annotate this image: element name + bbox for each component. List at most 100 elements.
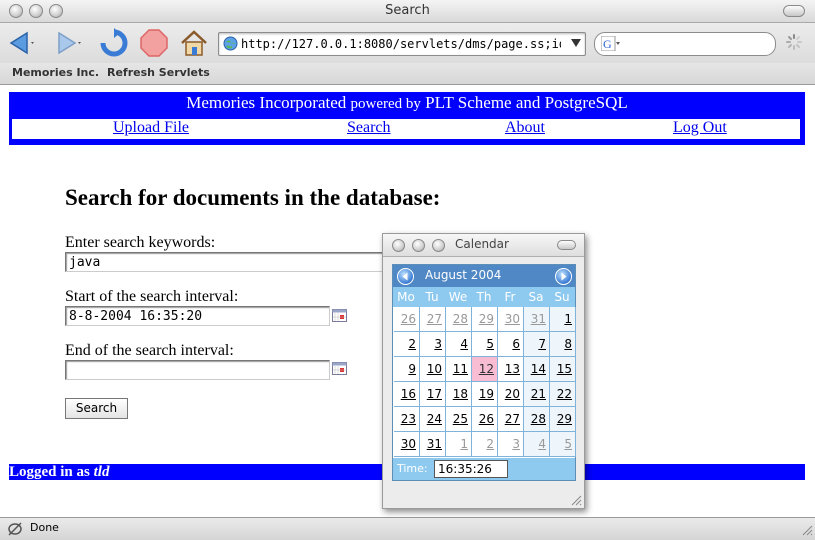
calendar-day[interactable]: 1 (550, 307, 576, 332)
calendar-day[interactable]: 3 (498, 432, 524, 457)
site-title-powered: powered by (350, 96, 421, 112)
calendar-day[interactable]: 19 (472, 382, 498, 407)
loading-spinner-icon (786, 34, 802, 50)
keywords-label: Enter search keywords: (65, 234, 216, 251)
calendar-picker-icon[interactable] (332, 309, 347, 322)
status-bar: Done (0, 517, 815, 540)
url-bar[interactable] (218, 32, 586, 56)
calendar-day[interactable]: 4 (524, 432, 550, 457)
calendar-close-button[interactable] (392, 239, 405, 252)
resize-grip-icon[interactable] (801, 524, 813, 536)
calendar-day[interactable]: 26 (472, 407, 498, 432)
calendar-day[interactable]: 31 (420, 432, 446, 457)
calendar-day[interactable]: 7 (524, 332, 550, 357)
calendar-day[interactable]: 29 (472, 307, 498, 332)
calendar-picker-icon[interactable] (332, 362, 347, 375)
reload-button[interactable] (98, 27, 130, 59)
calendar-day[interactable]: 30 (394, 432, 420, 457)
calendar-day[interactable]: 27 (420, 307, 446, 332)
toolbar-toggle-button[interactable] (783, 5, 805, 17)
weekday-header: Fr (504, 290, 516, 304)
calendar-month-label: August 2004 (425, 268, 502, 282)
calendar-day[interactable]: 2 (394, 332, 420, 357)
calendar-day[interactable]: 8 (550, 332, 576, 357)
calendar-day[interactable]: 10 (420, 357, 446, 382)
calendar-widget: August 2004 Mo Tu We Th Fr Sa Su 26 27 28 29 30 31 1… (392, 264, 576, 481)
calendar-day[interactable]: 13 (498, 357, 524, 382)
home-button[interactable] (178, 27, 210, 59)
site-banner: Memories Incorporated powered by PLT Sch… (9, 92, 805, 145)
calendar-day[interactable]: 3 (420, 332, 446, 357)
resize-grip-icon[interactable] (570, 494, 582, 506)
forward-button[interactable] (52, 27, 84, 59)
calendar-day[interactable]: 5 (472, 332, 498, 357)
stop-button[interactable] (138, 27, 170, 59)
calendar-day[interactable]: 29 (550, 407, 576, 432)
calendar-day[interactable]: 28 (524, 407, 550, 432)
calendar-day[interactable]: 16 (394, 382, 420, 407)
logged-in-prefix: Logged in as (9, 464, 90, 480)
calendar-day[interactable]: 28 (446, 307, 472, 332)
nav-about-link[interactable]: About (505, 119, 545, 137)
calendar-day-today[interactable]: 12 (472, 357, 498, 382)
time-input[interactable]: 16:35:26 (434, 460, 508, 478)
calendar-day[interactable]: 15 (550, 357, 576, 382)
weekday-header: We (448, 290, 468, 304)
chevron-down-icon[interactable] (571, 39, 581, 47)
nav-log-out-link[interactable]: Log Out (673, 119, 727, 137)
navigation-toolbar: G (0, 23, 815, 63)
start-interval-label: Start of the search interval: (65, 288, 239, 305)
search-button[interactable]: Search (65, 398, 128, 419)
security-icon (8, 522, 22, 536)
end-interval-input[interactable] (65, 360, 330, 380)
google-icon: G (601, 36, 620, 51)
nav-upload-file-link[interactable]: Upload File (113, 119, 189, 137)
back-button[interactable] (6, 27, 38, 59)
calendar-day[interactable]: 18 (446, 382, 472, 407)
calendar-zoom-button[interactable] (432, 239, 445, 252)
time-label: Time: (397, 462, 428, 475)
calendar-day[interactable]: 30 (498, 307, 524, 332)
home-icon (181, 30, 207, 56)
weekday-header: Th (476, 290, 492, 304)
calendar-day[interactable]: 31 (524, 307, 550, 332)
calendar-day[interactable]: 6 (498, 332, 524, 357)
calendar-day[interactable]: 22 (550, 382, 576, 407)
calendar-day[interactable]: 9 (394, 357, 420, 382)
calendar-day[interactable]: 21 (524, 382, 550, 407)
calendar-day[interactable]: 4 (446, 332, 472, 357)
site-nav: Upload File Search About Log Out (12, 119, 800, 139)
calendar-minimize-button[interactable] (412, 239, 425, 252)
start-interval-input[interactable]: 8-8-2004 16:35:20 (65, 306, 330, 326)
calendar-day[interactable]: 14 (524, 357, 550, 382)
calendar-day[interactable]: 25 (446, 407, 472, 432)
calendar-day[interactable]: 5 (550, 432, 576, 457)
calendar-toolbar-toggle[interactable] (557, 240, 576, 250)
weekday-header: Su (554, 290, 570, 304)
reload-icon (100, 28, 128, 57)
nav-search-link[interactable]: Search (347, 119, 391, 137)
site-title-main: Memories Incorporated (186, 93, 347, 112)
keywords-input[interactable]: java (65, 252, 385, 272)
calendar-day[interactable]: 26 (394, 307, 420, 332)
url-input[interactable] (241, 35, 561, 53)
next-month-button[interactable] (555, 268, 572, 285)
calendar-title-bar: Calendar (383, 234, 584, 257)
bookmark-memories-inc[interactable]: Memories Inc. (12, 66, 99, 79)
browser-window: Search G Memories Inc. (0, 0, 815, 540)
calendar-day[interactable]: 17 (420, 382, 446, 407)
back-arrow-icon (9, 31, 34, 55)
bookmarks-bar: Memories Inc. Refresh Servlets (0, 63, 815, 85)
title-bar: Search (0, 0, 815, 23)
calendar-day[interactable]: 11 (446, 357, 472, 382)
calendar-day[interactable]: 24 (420, 407, 446, 432)
calendar-day[interactable]: 27 (498, 407, 524, 432)
calendar-day[interactable]: 2 (472, 432, 498, 457)
prev-month-button[interactable] (397, 268, 414, 285)
web-search-field[interactable]: G (594, 32, 776, 56)
calendar-day[interactable]: 1 (446, 432, 472, 457)
calendar-day[interactable]: 23 (394, 407, 420, 432)
calendar-day[interactable]: 20 (498, 382, 524, 407)
bookmark-refresh-servlets[interactable]: Refresh Servlets (107, 66, 210, 79)
weekday-header: Mo (397, 290, 415, 304)
